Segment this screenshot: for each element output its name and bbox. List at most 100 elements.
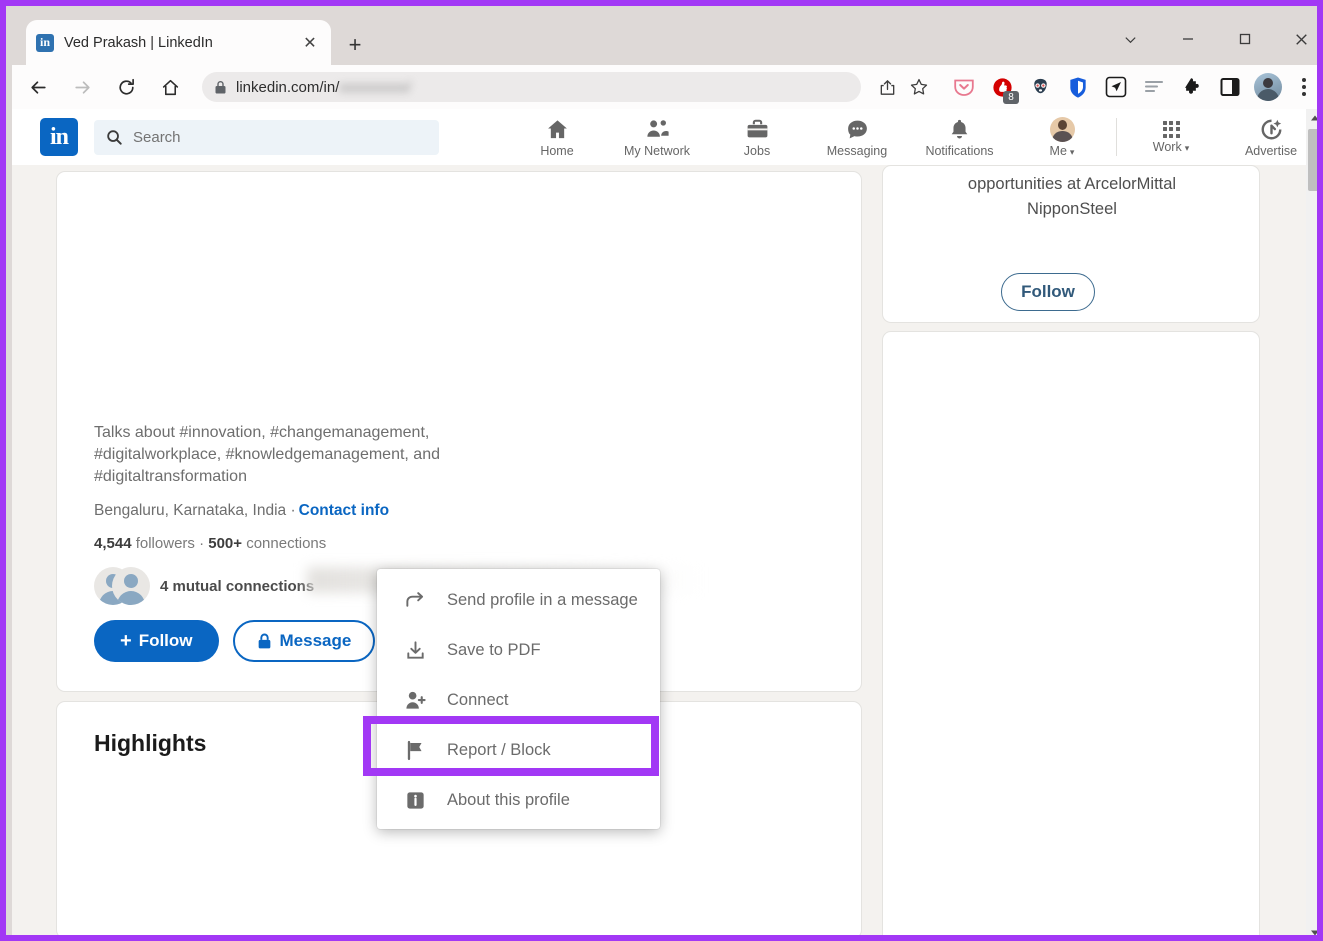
stats-separator: ·: [195, 535, 208, 552]
avatar-body: [117, 591, 145, 605]
caret-up-icon: [1310, 114, 1320, 122]
menu-item-label: Report / Block: [447, 741, 551, 760]
scrollbar-down-arrow[interactable]: [1306, 924, 1323, 941]
nav-label-text: Work: [1153, 140, 1182, 154]
grid-dot: [1169, 134, 1173, 138]
back-button[interactable]: [20, 69, 56, 105]
profile-talks-about: Talks about #innovation, #changemanageme…: [94, 422, 514, 488]
badger-face-glyph: [1029, 76, 1052, 99]
location-text: Bengaluru, Karnataka, India ·: [94, 502, 296, 519]
nav-label: Work▾: [1153, 140, 1189, 154]
nav-item-messaging[interactable]: Messaging: [807, 109, 907, 165]
grid-icon: [1163, 121, 1180, 138]
adblock-icon[interactable]: 8: [983, 70, 1021, 104]
download-icon: [401, 639, 429, 662]
browser-tab[interactable]: in Ved Prakash | LinkedIn ✕: [26, 20, 331, 65]
list-lines-glyph: [1143, 77, 1165, 97]
nav-item-home[interactable]: Home: [507, 109, 607, 165]
scrollbar-up-arrow[interactable]: [1306, 109, 1323, 126]
lock-icon: [214, 80, 227, 95]
window-minimize-button[interactable]: [1167, 22, 1209, 56]
avatar[interactable]: [1249, 70, 1287, 104]
nav-label: Advertise: [1245, 144, 1297, 158]
tab-close-icon[interactable]: ✕: [299, 32, 321, 54]
reload-button[interactable]: [108, 69, 144, 105]
window-maximize-button[interactable]: [1224, 22, 1266, 56]
nav-label: Me▾: [1050, 144, 1075, 158]
message-label: Message: [280, 631, 352, 651]
extensions-puzzle-icon[interactable]: [1173, 70, 1211, 104]
padlock-glyph: [257, 633, 272, 650]
nav-item-notifications[interactable]: Notifications: [907, 109, 1012, 165]
maximize-icon: [1237, 31, 1253, 47]
home-icon: [545, 117, 570, 142]
sidebar-promo-card: opportunities at ArcelorMittal NipponSte…: [882, 165, 1260, 323]
scrollbar-thumb[interactable]: [1308, 129, 1321, 191]
message-button[interactable]: Message: [233, 620, 376, 662]
star-icon: [909, 77, 929, 97]
dot: [1302, 92, 1306, 96]
url-redacted-part: xxxxxxxxx/: [339, 79, 411, 96]
menu-item-save-to-pdf[interactable]: Save to PDF: [377, 625, 660, 675]
menu-item-label: Send profile in a message: [447, 591, 638, 610]
home-button[interactable]: [152, 69, 188, 105]
linkedin-global-nav: in Search Home: [12, 109, 1306, 165]
menu-item-report-block[interactable]: Report / Block: [377, 725, 660, 775]
nav-item-work[interactable]: Work▾: [1121, 109, 1221, 165]
caret-down-icon: [1310, 929, 1320, 937]
browser-menu-button[interactable]: [1287, 70, 1321, 104]
connections-label: connections: [242, 535, 326, 552]
bitwarden-shield-icon[interactable]: [1059, 70, 1097, 104]
side-panel-icon[interactable]: [1211, 70, 1249, 104]
lock-icon: [257, 633, 272, 650]
nav-item-me[interactable]: Me▾: [1012, 109, 1112, 165]
flag-glyph: [404, 739, 427, 762]
new-tab-button[interactable]: +: [342, 32, 368, 58]
menu-item-send-profile[interactable]: Send profile in a message: [377, 575, 660, 625]
follow-label: Follow: [139, 631, 193, 651]
menu-item-about-this-profile[interactable]: About this profile: [377, 775, 660, 825]
privacy-badger-icon[interactable]: [1021, 70, 1059, 104]
forward-button[interactable]: [64, 69, 100, 105]
grid-dot: [1169, 121, 1173, 125]
window-close-button[interactable]: [1280, 22, 1322, 56]
nav-item-my-network[interactable]: My Network: [607, 109, 707, 165]
page-scrollbar[interactable]: [1306, 109, 1323, 941]
info-glyph: [404, 789, 427, 812]
profile-location: Bengaluru, Karnataka, India ·Contact inf…: [94, 502, 389, 520]
sidebar-follow-button[interactable]: Follow: [1001, 273, 1095, 311]
sidebar-secondary-card: [882, 331, 1260, 941]
connections-count[interactable]: 500+: [208, 535, 242, 552]
pocket-icon[interactable]: [945, 70, 983, 104]
avatar-head: [1263, 78, 1273, 88]
sidepanel-glyph: [1219, 77, 1241, 97]
tab-title: Ved Prakash | LinkedIn: [64, 35, 299, 51]
share-button[interactable]: [871, 71, 903, 103]
extensions-strip: 8: [945, 70, 1323, 104]
follow-button[interactable]: +Follow: [94, 620, 219, 662]
share-arrow-glyph: [404, 589, 427, 612]
nav-item-jobs[interactable]: Jobs: [707, 109, 807, 165]
address-bar[interactable]: linkedin.com/in/xxxxxxxxx/: [202, 72, 861, 102]
briefcase-icon: [745, 117, 770, 142]
url-text: linkedin.com/in/xxxxxxxxx/: [236, 79, 411, 96]
mutual-connections-row[interactable]: 4 mutual connections: [94, 567, 314, 605]
url-visible-part: linkedin.com/in/: [236, 79, 339, 96]
menu-item-connect[interactable]: Connect: [377, 675, 660, 725]
send-icon[interactable]: [1097, 70, 1135, 104]
nav-items: Home My Network: [507, 109, 1321, 165]
tab-search-chevron-down-icon[interactable]: [1109, 22, 1151, 56]
search-input[interactable]: Search: [94, 120, 439, 155]
linkedin-logo[interactable]: in: [40, 118, 78, 156]
info-icon: [401, 789, 429, 812]
grid-dot: [1163, 127, 1167, 131]
bookmark-button[interactable]: [903, 71, 935, 103]
reading-list-icon[interactable]: [1135, 70, 1173, 104]
page-viewport: in Search Home: [12, 109, 1323, 941]
promo-line-1: opportunities at ArcelorMittal: [903, 172, 1241, 197]
back-arrow-icon: [28, 77, 49, 98]
contact-info-link[interactable]: Contact info: [299, 502, 389, 519]
nav-label: Home: [540, 144, 573, 158]
search-placeholder: Search: [133, 129, 181, 146]
share-arrow-icon: [401, 589, 429, 612]
